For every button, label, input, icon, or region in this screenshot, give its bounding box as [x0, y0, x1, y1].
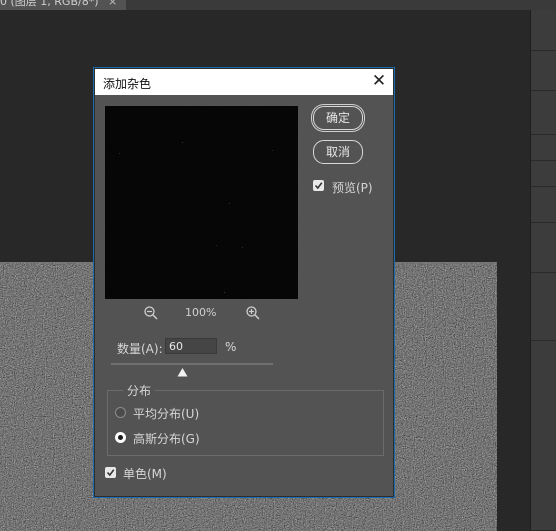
- document-tab[interactable]: 0 (图层 1, RGB/8*) ×: [0, 0, 126, 10]
- panel-divider: [531, 50, 556, 51]
- amount-slider-track[interactable]: [111, 363, 273, 365]
- panel-divider: [531, 134, 556, 135]
- right-panel-strip: [530, 10, 556, 530]
- radio-gaussian-label: 高斯分布(G): [133, 432, 200, 446]
- close-icon[interactable]: ✕: [370, 71, 388, 91]
- dialog-titlebar: 添加杂色 ✕: [95, 69, 393, 95]
- panel-divider: [531, 272, 556, 273]
- radio-gaussian[interactable]: [115, 432, 126, 443]
- zoom-out-icon[interactable]: [143, 305, 159, 321]
- amount-slider-thumb[interactable]: [177, 366, 188, 377]
- preview-label: 预览(P): [332, 181, 373, 195]
- dialog-title: 添加杂色: [103, 77, 152, 91]
- add-noise-dialog: 添加杂色 ✕ 100% 确定 取消 预览(P) 数量(A): 60 % 分布 平…: [94, 68, 394, 497]
- document-tab-bar: 0 (图层 1, RGB/8*) ×: [0, 0, 556, 10]
- checkmark-icon: [106, 469, 115, 477]
- zoom-in-icon[interactable]: [245, 305, 261, 321]
- panel-divider: [531, 160, 556, 161]
- distribution-title: 分布: [123, 382, 156, 399]
- document-tab-title: 0 (图层 1, RGB/8*): [0, 0, 99, 8]
- panel-divider: [531, 222, 556, 223]
- document-tab-close-icon[interactable]: ×: [108, 0, 117, 10]
- amount-unit: %: [225, 340, 237, 354]
- ok-button[interactable]: 确定: [313, 106, 363, 130]
- monochromatic-label: 单色(M): [123, 467, 167, 481]
- panel-divider: [531, 186, 556, 187]
- zoom-level: 100%: [185, 306, 217, 319]
- panel-divider: [531, 340, 556, 341]
- radio-uniform-label: 平均分布(U): [133, 407, 200, 421]
- noise-preview[interactable]: [105, 106, 298, 299]
- preview-checkbox[interactable]: [313, 180, 324, 191]
- monochromatic-checkbox[interactable]: [105, 467, 116, 478]
- amount-label: 数量(A):: [117, 342, 163, 356]
- checkmark-icon: [314, 182, 323, 190]
- cancel-button[interactable]: 取消: [313, 140, 363, 164]
- panel-divider: [531, 90, 556, 91]
- amount-input[interactable]: 60: [165, 338, 217, 354]
- radio-uniform[interactable]: [115, 407, 126, 418]
